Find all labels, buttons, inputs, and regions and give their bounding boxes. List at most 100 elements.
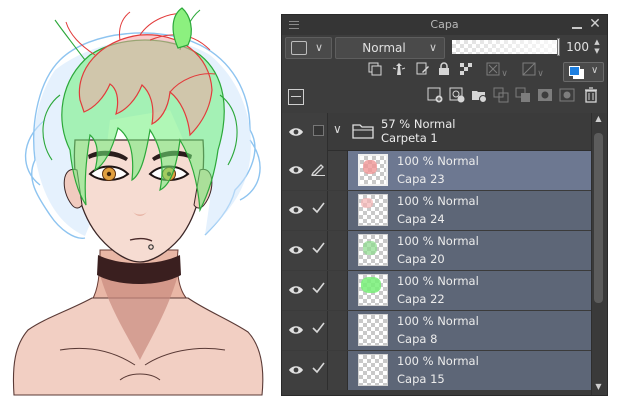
scroll-up-icon[interactable]: ▲ xyxy=(592,113,605,125)
row-indent xyxy=(328,271,348,310)
vector-layer-icon xyxy=(449,87,465,103)
layer-label: 100 % Normal Capa 22 xyxy=(397,274,479,307)
layer-row[interactable]: 100 % Normal Capa 20 xyxy=(282,231,591,270)
layer-blend: 100 % Normal xyxy=(397,274,479,288)
row-indent xyxy=(328,151,348,190)
check-icon[interactable] xyxy=(310,321,326,339)
layer-row-body[interactable]: 100 % Normal Capa 23 xyxy=(348,151,591,190)
layer-row[interactable]: 100 % Normal Capa 22 xyxy=(282,271,591,310)
layer-row-body[interactable]: 100 % Normal Capa 8 xyxy=(348,311,591,350)
scrollbar-thumb[interactable] xyxy=(594,133,603,303)
ruler-icon xyxy=(522,62,536,76)
layer-thumbnail xyxy=(358,194,388,226)
reference-layer-icon[interactable] xyxy=(390,62,408,82)
opacity-slider-fill xyxy=(452,40,560,54)
chevron-down-icon[interactable]: ∨ xyxy=(333,122,342,136)
layer-row[interactable]: 100 % Normal Capa 23 xyxy=(282,151,591,190)
row-indent xyxy=(328,191,348,230)
eye-icon[interactable] xyxy=(288,162,304,178)
thumbnail-stroke xyxy=(363,160,377,174)
main-color-swatch xyxy=(569,66,580,76)
layer-row-body[interactable]: 100 % Normal Capa 15 xyxy=(348,351,591,390)
folder-row[interactable]: ∨ 57 % Normal Carpeta 1 xyxy=(282,113,591,151)
check-icon[interactable] xyxy=(310,241,326,259)
canvas-artwork[interactable] xyxy=(0,0,276,410)
eye-icon[interactable] xyxy=(288,202,304,218)
transfer-down-icon[interactable] xyxy=(491,87,511,107)
layer-name: Capa 23 xyxy=(397,172,445,186)
opacity-spinner[interactable]: ▲ ▼ xyxy=(591,38,603,58)
minimize-button[interactable] xyxy=(571,16,583,32)
transfer-icon xyxy=(493,87,509,103)
chevron-down-icon: ∨ xyxy=(429,41,438,54)
blend-mode-value: Normal xyxy=(362,41,406,55)
pen-icon[interactable] xyxy=(310,161,326,179)
layer-thumbnail xyxy=(358,274,388,306)
layer-label: 100 % Normal Capa 15 xyxy=(397,354,479,387)
screen: Capa ✕ ∨ Normal ∨ 100 ▲ ▼ ∨ ∨ ∨ ∨ 57 % N… xyxy=(0,0,621,410)
layer-row[interactable]: 100 % Normal Capa 15 xyxy=(282,351,591,390)
opacity-slider[interactable] xyxy=(452,38,560,56)
layer-list[interactable]: ∨ 57 % Normal Carpeta 1 100 % Normal Capa… xyxy=(282,113,607,395)
clip-to-layer-below-icon[interactable] xyxy=(366,62,384,82)
layer-property-icon[interactable] xyxy=(288,89,304,105)
layer-color-swatch xyxy=(291,41,307,55)
check-icon[interactable] xyxy=(310,281,326,299)
scroll-down-icon[interactable]: ▼ xyxy=(592,381,605,393)
folder-plus-icon xyxy=(472,91,487,103)
apply-mask-icon[interactable] xyxy=(535,87,555,107)
layer-thumbnail xyxy=(358,234,388,266)
new-raster-layer-icon[interactable] xyxy=(425,87,445,107)
layer-label: 100 % Normal Capa 24 xyxy=(397,194,479,227)
layer-row[interactable]: 100 % Normal Capa 24 xyxy=(282,191,591,230)
layer-thumbnail xyxy=(358,354,388,386)
new-folder-icon[interactable] xyxy=(469,87,489,107)
check-icon[interactable] xyxy=(310,361,326,379)
checker-lock-icon xyxy=(460,63,472,75)
draft-layer-icon[interactable] xyxy=(414,62,432,82)
eye-icon[interactable] xyxy=(288,362,304,378)
layer-blend: 100 % Normal xyxy=(397,354,479,368)
panel-title: Capa xyxy=(430,18,459,31)
opacity-value[interactable]: 100 xyxy=(565,40,589,54)
layer-list-scrollbar[interactable]: ▲ ▼ xyxy=(591,113,605,395)
eye-icon[interactable] xyxy=(288,242,304,258)
layer-row-body[interactable]: 100 % Normal Capa 24 xyxy=(348,191,591,230)
eye-icon[interactable] xyxy=(288,282,304,298)
lock-layer-icon[interactable] xyxy=(436,62,452,82)
layer-row-body[interactable]: 100 % Normal Capa 22 xyxy=(348,271,591,310)
panel-titlebar[interactable]: Capa ✕ xyxy=(282,15,607,35)
layer-color-button[interactable]: ∨ xyxy=(563,62,604,82)
layer-panel: Capa ✕ ∨ Normal ∨ 100 ▲ ▼ ∨ ∨ ∨ ∨ 57 % N… xyxy=(281,14,608,396)
chevron-down-icon: ∨ xyxy=(591,65,599,76)
layer-row-body[interactable]: 100 % Normal Capa 20 xyxy=(348,231,591,270)
opacity-slider-handle[interactable] xyxy=(557,38,560,56)
ruler-dropdown-icon[interactable]: ∨ xyxy=(518,62,548,82)
eye-icon[interactable] xyxy=(288,322,304,338)
folder-name: Carpeta 1 xyxy=(381,131,438,145)
layer-name: Capa 20 xyxy=(397,252,445,266)
blend-mode-select[interactable]: Normal ∨ xyxy=(335,37,445,59)
folder-icon xyxy=(352,124,374,139)
layer-blend: 100 % Normal xyxy=(397,234,479,248)
row-indent xyxy=(328,351,348,390)
folder-blend: 57 % Normal xyxy=(381,117,456,131)
layer-label: 100 % Normal Capa 20 xyxy=(397,234,479,267)
layer-label: 100 % Normal Capa 23 xyxy=(397,154,479,187)
delete-layer-icon[interactable] xyxy=(581,87,601,107)
thumbnail-stroke xyxy=(361,277,381,293)
close-button[interactable]: ✕ xyxy=(588,17,602,31)
layer-row[interactable]: 100 % Normal Capa 8 xyxy=(282,311,591,350)
mask-dropdown-icon[interactable]: ∨ xyxy=(482,62,512,82)
layer-blend: 100 % Normal xyxy=(397,314,479,328)
layer-mask-icon[interactable] xyxy=(557,87,577,107)
layer-color-dropdown[interactable]: ∨ xyxy=(285,37,332,59)
eye-icon[interactable] xyxy=(288,124,304,140)
new-vector-layer-icon[interactable] xyxy=(447,87,467,107)
mask-apply-icon xyxy=(538,89,552,101)
edit-target-checkbox[interactable] xyxy=(313,125,324,136)
lock-transparency-icon[interactable] xyxy=(457,62,475,82)
merge-down-icon[interactable] xyxy=(513,87,533,107)
mask-icon xyxy=(486,62,500,76)
check-icon[interactable] xyxy=(310,201,326,219)
